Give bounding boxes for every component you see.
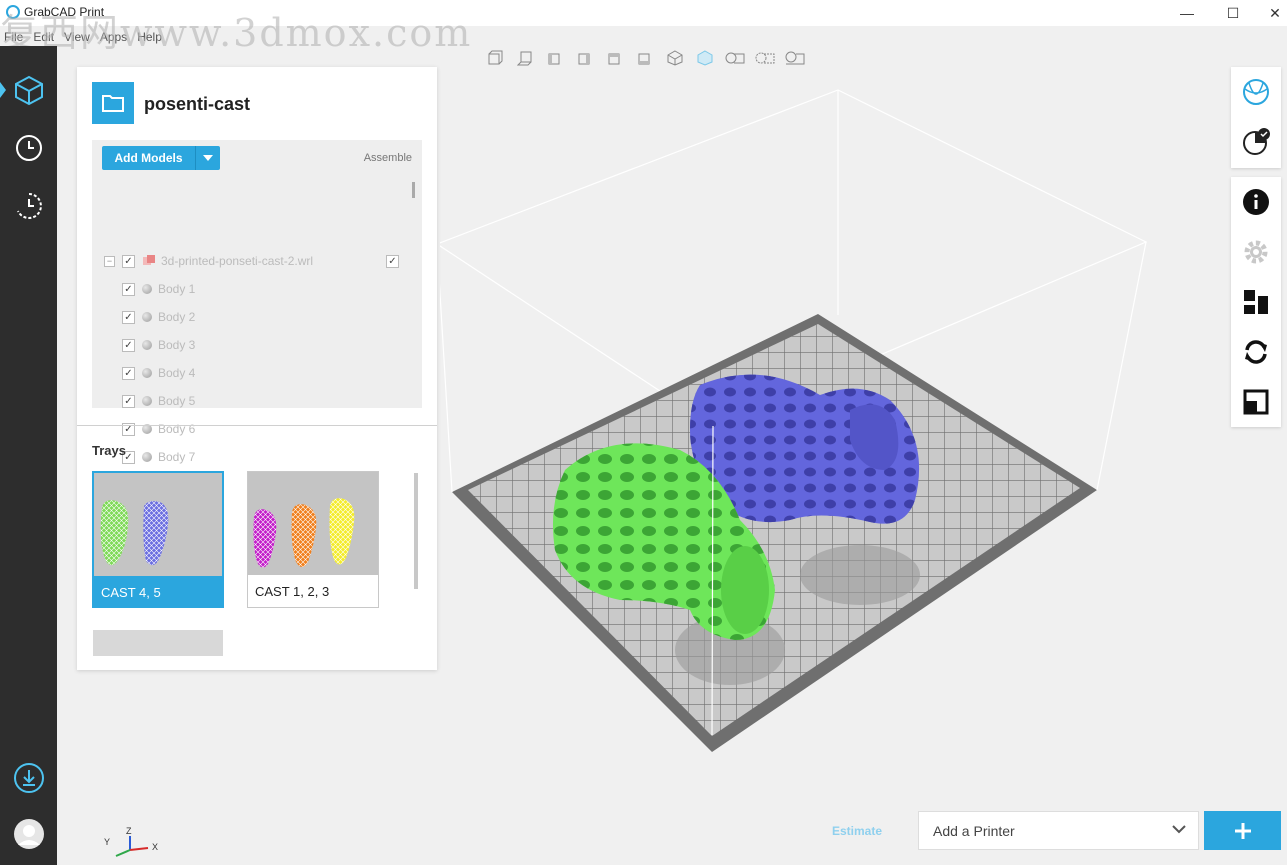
add-models-label: Add Models xyxy=(102,146,196,170)
scale-icon[interactable] xyxy=(1231,377,1281,427)
list-item[interactable]: ✓ Body 1 xyxy=(122,278,422,300)
download-icon[interactable] xyxy=(0,750,57,806)
menu-view[interactable]: View xyxy=(60,26,96,46)
body-icon xyxy=(142,452,152,462)
list-item[interactable]: ✓ Body 3 xyxy=(122,334,422,356)
collapse-toggle[interactable]: − xyxy=(104,255,115,267)
tray-caption: CAST 4, 5 xyxy=(94,576,222,608)
folder-icon xyxy=(92,82,134,124)
clock-icon[interactable] xyxy=(0,120,57,176)
tray-card-cast-4-5[interactable]: CAST 4, 5 xyxy=(92,471,224,608)
title-bar: GrabCAD Print — ☐ ✕ xyxy=(0,0,1287,26)
app-icon xyxy=(6,5,20,19)
tray-caption: CAST 1, 2, 3 xyxy=(255,584,330,599)
body-icon xyxy=(142,284,152,294)
add-printer-button[interactable] xyxy=(1204,811,1281,850)
assemble-button[interactable]: Assemble xyxy=(364,152,412,164)
body-label: Body 2 xyxy=(158,310,196,324)
list-item[interactable]: ✓ Body 2 xyxy=(122,306,422,328)
body-checkbox[interactable]: ✓ xyxy=(122,282,135,296)
view-front-icon[interactable] xyxy=(480,46,510,70)
body-checkbox[interactable]: ✓ xyxy=(122,310,135,324)
window-title: GrabCAD Print xyxy=(24,5,105,19)
maximize-button[interactable]: ☐ xyxy=(1210,0,1256,26)
model-tree: Add Models Assemble − ✓ 3d-printed-ponse… xyxy=(92,140,422,464)
history-icon[interactable] xyxy=(0,178,57,234)
divider xyxy=(77,425,437,426)
menu-help[interactable]: Help xyxy=(133,26,168,46)
view-fit-icon[interactable] xyxy=(690,46,720,70)
axis-z-label: Z xyxy=(126,826,132,836)
list-item[interactable]: ✓ Body 4 xyxy=(122,362,422,384)
view-iso-icon[interactable] xyxy=(660,46,690,70)
menu-apps[interactable]: Apps xyxy=(96,26,133,46)
file-visibility-checkbox[interactable]: ✓ xyxy=(386,254,399,268)
axis-triad: Z X Y xyxy=(100,826,170,862)
globe-icon[interactable] xyxy=(1231,67,1281,117)
body-label: Body 5 xyxy=(158,394,196,408)
list-item[interactable]: ✓ Body 6 xyxy=(122,418,422,440)
list-item[interactable]: ✓ Body 7 xyxy=(122,446,422,468)
plus-icon xyxy=(1234,822,1251,839)
left-rail xyxy=(0,46,57,865)
trays-heading: Trays xyxy=(92,443,126,458)
axis-y-label: Y xyxy=(104,837,110,847)
tray-card-cast-1-2-3[interactable]: CAST 1, 2, 3 xyxy=(247,471,379,608)
info-icon[interactable] xyxy=(1231,177,1281,227)
arrange-icon[interactable] xyxy=(1231,277,1281,327)
tree-scrollbar[interactable] xyxy=(412,182,415,198)
prepare-cube-icon[interactable] xyxy=(0,62,57,118)
body-label: Body 1 xyxy=(158,282,196,296)
list-item[interactable]: ✓ Body 5 xyxy=(122,390,422,412)
tray-thumbnail xyxy=(248,472,378,575)
printer-select-value: Add a Printer xyxy=(933,823,1015,839)
menu-file[interactable]: File xyxy=(0,26,29,46)
right-toolbar-top xyxy=(1231,67,1281,168)
project-panel: posenti-cast Add Models Assemble − ✓ 3d-… xyxy=(77,67,437,670)
body-icon xyxy=(142,312,152,322)
avatar[interactable] xyxy=(0,806,57,862)
3d-viewport[interactable] xyxy=(435,70,1230,790)
gear-icon[interactable] xyxy=(1231,227,1281,277)
trays-scrollbar[interactable] xyxy=(414,473,418,589)
body-label: Body 7 xyxy=(158,450,196,464)
body-checkbox[interactable]: ✓ xyxy=(122,338,135,352)
file-name: 3d-printed-ponseti-cast-2.wrl xyxy=(161,254,314,268)
view-toolbar xyxy=(480,45,820,71)
view-back-icon[interactable] xyxy=(510,46,540,70)
chevron-down-icon[interactable] xyxy=(196,146,220,170)
body-checkbox[interactable]: ✓ xyxy=(122,394,135,408)
file-checkbox[interactable]: ✓ xyxy=(122,254,135,268)
right-toolbar xyxy=(1231,177,1281,427)
view-top-icon[interactable] xyxy=(600,46,630,70)
file-row[interactable]: − ✓ 3d-printed-ponseti-cast-2.wrl ✓ xyxy=(104,250,419,272)
add-models-button[interactable]: Add Models xyxy=(102,146,220,170)
menu-edit[interactable]: Edit xyxy=(29,26,60,46)
body-checkbox[interactable]: ✓ xyxy=(122,366,135,380)
menu-bar: File Edit View Apps Help xyxy=(0,26,440,46)
view-left-icon[interactable] xyxy=(540,46,570,70)
material-check-icon[interactable] xyxy=(1231,117,1281,167)
axis-x-label: X xyxy=(152,842,158,852)
tray-card-placeholder[interactable] xyxy=(93,630,223,656)
view-shadow-icon[interactable] xyxy=(780,46,810,70)
project-title: posenti-cast xyxy=(144,94,251,114)
view-solid-icon[interactable] xyxy=(720,46,750,70)
tray-thumbnail xyxy=(94,473,222,576)
close-button[interactable]: ✕ xyxy=(1252,0,1287,26)
minimize-button[interactable]: — xyxy=(1164,0,1210,26)
view-bottom-icon[interactable] xyxy=(630,46,660,70)
view-right-icon[interactable] xyxy=(570,46,600,70)
view-wire-icon[interactable] xyxy=(750,46,780,70)
chevron-down-icon xyxy=(1172,822,1186,839)
estimate-button[interactable]: Estimate xyxy=(832,824,882,838)
body-icon xyxy=(142,340,152,350)
printer-select[interactable]: Add a Printer xyxy=(918,811,1199,850)
mesh-file-icon xyxy=(143,255,155,265)
body-label: Body 4 xyxy=(158,366,196,380)
body-icon xyxy=(142,396,152,406)
body-label: Body 3 xyxy=(158,338,196,352)
body-icon xyxy=(142,368,152,378)
rotate-icon[interactable] xyxy=(1231,327,1281,377)
